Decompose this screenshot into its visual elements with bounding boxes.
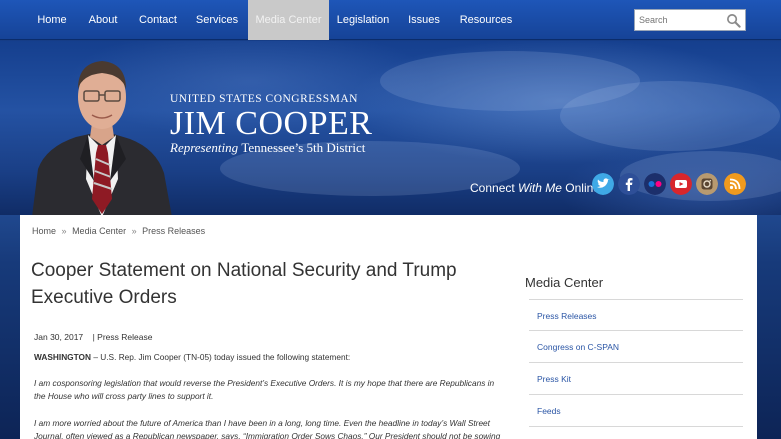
youtube-icon[interactable] bbox=[670, 173, 692, 195]
sidebar-link-c-span[interactable]: Congress on C-SPAN bbox=[529, 331, 743, 363]
article-date: Jan 30, 2017 bbox=[34, 332, 84, 342]
nav-about[interactable]: About bbox=[84, 0, 122, 40]
sidebar-link-press-releases[interactable]: Press Releases bbox=[529, 299, 743, 331]
article-paragraph-1: WASHINGTON – U.S. Rep. Jim Cooper (TN-05… bbox=[34, 351, 504, 364]
article-title: Cooper Statement on National Security an… bbox=[31, 260, 457, 308]
nav-issues[interactable]: Issues bbox=[404, 0, 444, 40]
breadcrumb-press-releases[interactable]: Press Releases bbox=[142, 226, 205, 236]
facebook-icon[interactable] bbox=[618, 173, 640, 195]
top-navigation: Home About Contact Services Media Center… bbox=[0, 0, 781, 40]
article-paragraph-2: I am cosponsoring legislation that would… bbox=[34, 378, 495, 401]
article-type: | Press Release bbox=[92, 332, 153, 342]
nav-media-center[interactable]: Media Center bbox=[248, 0, 329, 40]
flickr-icon[interactable] bbox=[644, 173, 666, 195]
with-me-word: With Me bbox=[518, 181, 562, 195]
district-line: Representing Tennessee’s 5th District bbox=[170, 140, 372, 156]
title-line1: UNITED STATES CONGRESSMAN bbox=[170, 93, 358, 105]
congressman-title: UNITED STATES CONGRESSMAN JIM COOPER Rep… bbox=[170, 93, 372, 156]
search-icon[interactable] bbox=[726, 13, 741, 28]
congressman-portrait bbox=[32, 61, 172, 215]
nav-home[interactable]: Home bbox=[30, 0, 74, 40]
district-italic: Representing bbox=[170, 140, 239, 155]
breadcrumb-separator: » bbox=[131, 226, 137, 236]
sidebar-link-feeds[interactable]: Feeds bbox=[529, 395, 743, 427]
twitter-icon[interactable] bbox=[592, 173, 614, 195]
hero-banner: UNITED STATES CONGRESSMAN JIM COOPER Rep… bbox=[0, 41, 781, 215]
nav-legislation[interactable]: Legislation bbox=[334, 0, 392, 40]
sidebar-link-press-kit[interactable]: Press Kit bbox=[529, 363, 743, 395]
nav-services[interactable]: Services bbox=[192, 0, 242, 40]
nav-contact[interactable]: Contact bbox=[134, 0, 182, 40]
breadcrumb-separator: » bbox=[61, 226, 67, 236]
district-plain: Tennessee’s 5th District bbox=[241, 140, 366, 155]
rss-icon[interactable] bbox=[724, 173, 746, 195]
content-card: Home » Media Center » Press Releases Coo… bbox=[20, 215, 757, 439]
nav-resources[interactable]: Resources bbox=[456, 0, 516, 40]
search-input[interactable] bbox=[635, 10, 723, 30]
connect-word: Connect bbox=[470, 181, 515, 195]
congressman-name: JIM COOPER bbox=[170, 105, 373, 142]
search-box bbox=[634, 9, 746, 31]
article-meta: Jan 30, 2017 | Press Release bbox=[34, 332, 152, 342]
article-paragraph-3: I am more worried about the future of Am… bbox=[34, 418, 501, 439]
article-paragraph-1-text: – U.S. Rep. Jim Cooper (TN-05) today iss… bbox=[93, 352, 351, 362]
breadcrumb-home[interactable]: Home bbox=[32, 226, 56, 236]
instagram-icon[interactable] bbox=[696, 173, 718, 195]
connect-online-label: Connect With Me Online bbox=[470, 181, 600, 195]
breadcrumb-media-center[interactable]: Media Center bbox=[72, 226, 126, 236]
article-dateline: WASHINGTON bbox=[34, 352, 92, 362]
sidebar-title: Media Center bbox=[525, 275, 604, 290]
breadcrumb: Home » Media Center » Press Releases bbox=[32, 226, 208, 236]
